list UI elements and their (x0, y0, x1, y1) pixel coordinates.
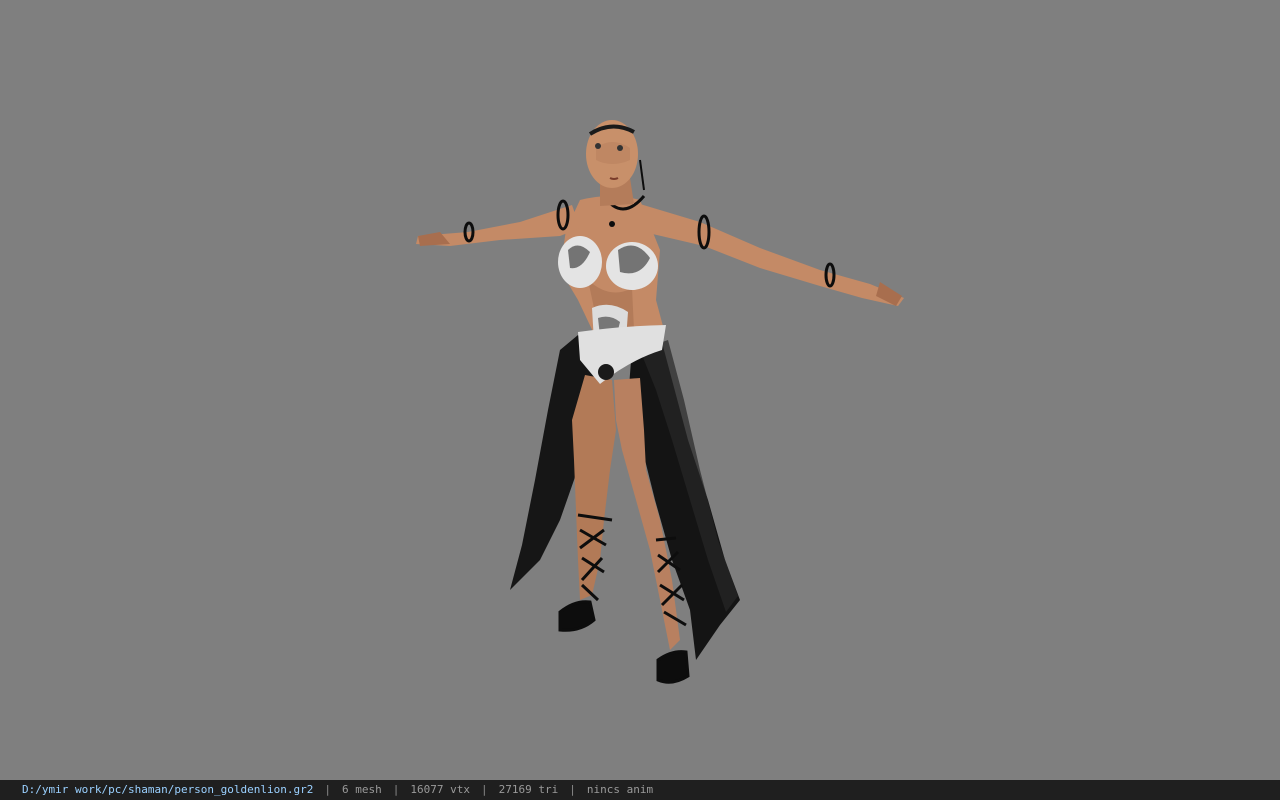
mesh-count: 6 mesh (342, 783, 382, 796)
separator: | (392, 783, 400, 796)
triangle-count: 27169 tri (498, 783, 559, 796)
separator: | (481, 783, 488, 796)
right-arm (640, 204, 904, 306)
3d-viewport[interactable] (0, 0, 1280, 780)
separator: | (324, 783, 332, 796)
character-model[interactable] (0, 0, 1280, 780)
status-bar: D:/ymir work/pc/shaman/person_goldenlion… (0, 780, 1280, 800)
vertex-count: 16077 vtx (410, 783, 471, 796)
animation-status: nincs anim (586, 783, 654, 796)
separator: | (569, 783, 576, 796)
file-path: D:/ymir work/pc/shaman/person_goldenlion… (22, 783, 314, 796)
